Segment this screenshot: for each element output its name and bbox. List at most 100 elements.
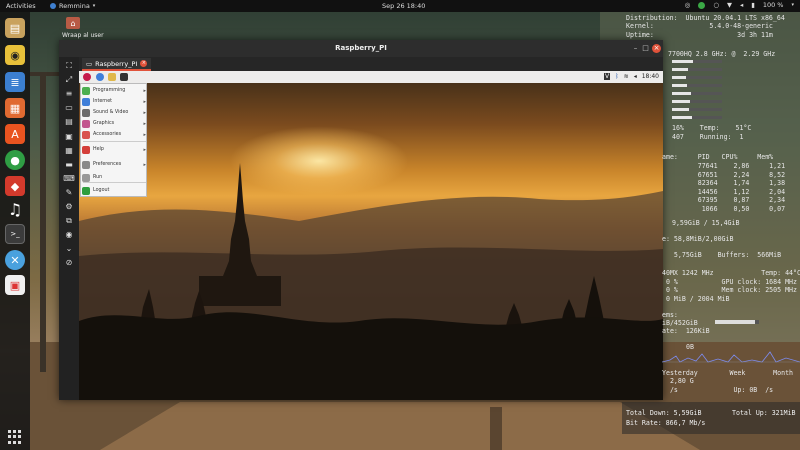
battery-label: 100 % [762,1,784,9]
scale-icon[interactable]: ▤ [63,117,75,127]
menu-item-label: Internet [93,99,113,104]
software-center-icon[interactable]: A [5,124,25,144]
menu-item-label: Logout [93,188,110,193]
terminal-icon[interactable] [120,73,128,81]
gpu-usage: 0 % GPU clock: 1684 MHz [662,278,797,286]
menu-item-internet[interactable]: Internet ▸ [81,96,148,107]
chrome-icon[interactable]: ● [5,150,25,170]
raspberry-menu-icon[interactable] [83,73,91,81]
graphics-icon [82,119,90,128]
chevron-down-icon: ▾ [92,3,96,9]
cpu-core-bar [672,92,722,95]
fullscreen-icon[interactable]: ⤢ [63,75,75,85]
traffic-periods: Yesterday Week Month [662,369,794,377]
cpu-core-bar [672,84,722,87]
chevron-right-icon: ▸ [143,98,146,105]
pi-taskbar: V ᛒ ≋ ◂ 18:40 [79,71,663,83]
files-icon[interactable]: ▤ [5,18,25,38]
cpu-model: 7700HQ 2.8 GHz: @ 2.29 GHz [668,50,776,58]
process-row: 82364 1,74 1,38 [662,179,786,187]
pagoda-landscape [79,163,663,400]
music-icon[interactable]: ♫ [5,199,25,219]
bit-rate: Bit Rate: 866,7 Mb/s [626,419,706,427]
headphones-icon: ○ [713,1,719,9]
cpu-core-bar-fill [672,116,692,119]
home-folder-icon[interactable]: ⌂ [66,17,80,29]
yesterday-value: 2,80 G [662,377,694,385]
dynamic-resolution-icon[interactable]: ▣ [63,132,75,142]
conky-totals: Total Down: 5,59GiB Total Up: 321MiB Bit… [622,402,800,434]
tab-raspberry-pi[interactable]: ▭ Raspberry_PI × [82,58,152,71]
cpu-core-bar [672,108,722,111]
scroll-icon[interactable]: ⛶ [63,61,75,71]
menu-item-help[interactable]: Help ▸ [81,144,148,155]
duplicate-icon[interactable]: ⧉ [63,216,75,226]
activities-button[interactable]: Activities [6,2,36,10]
gpu-model: 40MX 1242 MHz Temp: 44°C [662,269,800,277]
menu-icon[interactable]: ≡ [63,89,75,99]
fit-window-icon[interactable]: ▭ [63,103,75,113]
menu-item-label: Help [93,147,104,152]
kernel: Kernel: 5.4.0-48-generic [626,22,773,30]
grab-keyboard-icon[interactable]: ⌨ [63,174,75,184]
menu-item-sound-video[interactable]: Sound & Video ▸ [81,107,148,118]
remmina-toolbar: ⛶ ⤢ ≡ ▭ ▤ ▣ ▦ ▬ ⌨ ✎ ⚙ ⧉ ◉ ⌄ ⊘ [59,57,79,400]
monitor-icon: ▭ [86,59,93,68]
menu-item-accessories[interactable]: Accessories ▸ [81,129,148,140]
chevron-right-icon: ▸ [143,146,146,153]
cpu-core-bar [672,68,722,71]
browser-icon[interactable] [96,73,104,81]
terminal-icon[interactable]: >_ [5,224,25,244]
cpu-core-bar-fill [672,68,688,71]
vpn-icon[interactable]: ◆ [5,176,25,196]
menu-item-logout[interactable]: Logout [81,185,148,196]
cpu-core-bar-fill [672,60,693,63]
cpu-core-bar-fill [672,84,687,87]
process-row: 67395 0,87 2,34 [662,196,786,204]
vnc-icon[interactable]: V [603,73,611,80]
app-menu[interactable]: Remmina ▾ [50,2,95,10]
remmina-window: Raspberry_PI – □ × ⛶ ⤢ ≡ ▭ ▤ ▣ ▦ ▬ ⌨ ✎ ⚙… [59,40,663,400]
uptime: Uptime: 3d 3h 11m [626,31,773,39]
help-icon [82,145,90,154]
bluetooth-icon[interactable]: ᛒ [615,73,619,80]
remote-desktop-view[interactable]: V ᛒ ≋ ◂ 18:40 Programming ▸ Internet ▸ Sound… [79,71,663,400]
menu-item-preferences[interactable]: Preferences ▸ [81,159,148,170]
view-only-icon[interactable]: ▬ [63,160,75,170]
cpu-core-bar [672,100,722,103]
close-tab-icon[interactable]: × [140,60,148,67]
applications-menu: Programming ▸ Internet ▸ Sound & Video ▸ Graph… [80,83,147,197]
switch-tab-icon[interactable]: ▦ [63,146,75,156]
tools-icon[interactable]: ✎ [63,188,75,198]
disk-bar [715,320,759,324]
writer-icon[interactable]: ≣ [5,72,25,92]
process-row: 14456 1,12 2,04 [662,187,786,196]
clock[interactable]: Sep 26 18:40 [382,2,425,10]
system-tray[interactable]: ◎ ○ ▼ ◂ ▮ 100 % ▾ [685,1,794,9]
cache-buffers: 5,75GiB Buffers: 566MiB [662,251,782,259]
upload-rate: /s Up: 0B /s [662,386,774,394]
menu-item-graphics[interactable]: Graphics ▸ [81,118,148,129]
process-count: 407 Running: 1 [668,133,744,141]
chevron-right-icon: ▸ [143,87,146,94]
cpu-core-bar-fill [672,108,689,111]
cpu-core-bar-fill [672,76,686,79]
file-manager-icon[interactable] [108,73,116,81]
battery-icon: ▮ [751,1,755,9]
menu-separator [83,141,146,142]
disconnect-icon[interactable]: ⊘ [63,258,75,268]
preferences-icon[interactable]: ⚙ [63,202,75,212]
screenshot-icon[interactable]: ◉ [63,230,75,240]
show-applications-icon[interactable] [8,430,22,444]
presentation-icon[interactable]: ▦ [5,98,25,118]
minimize-icon[interactable]: ⌄ [63,244,75,254]
menu-item-programming[interactable]: Programming ▸ [81,85,148,96]
chevron-right-icon: ▸ [143,109,146,116]
rhythmbox-icon[interactable]: ◉ [5,45,25,65]
remmina-icon[interactable]: ✕ [5,250,25,270]
distribution: Distribution: Ubuntu 20.04.1 LTS x86_64 [626,14,785,22]
chevron-right-icon: ▸ [143,161,146,168]
swap-usage: e: 58,8MiB/2,00GiB [662,235,734,243]
internet-icon [82,97,90,106]
document-viewer-icon[interactable]: ▣ [5,275,25,295]
